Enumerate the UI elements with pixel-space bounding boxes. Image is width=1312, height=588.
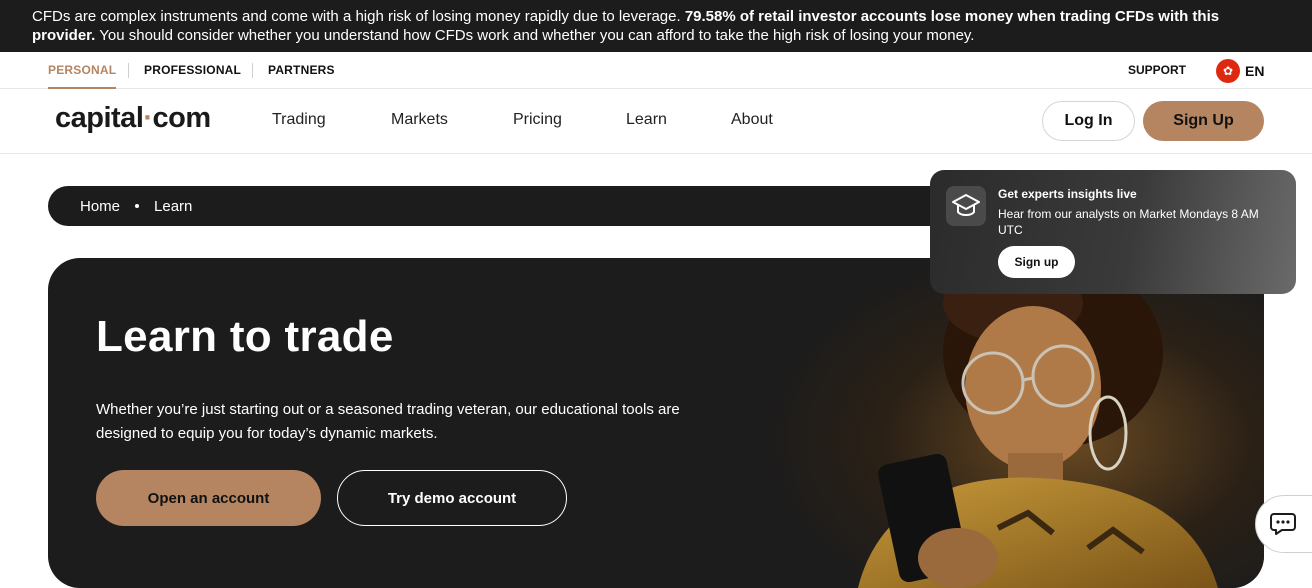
nav-trading[interactable]: Trading	[272, 111, 326, 129]
experts-insights-popup: Get experts insights live Hear from our …	[930, 170, 1296, 294]
signup-button[interactable]: Sign Up	[1143, 101, 1264, 141]
segment-divider	[128, 63, 129, 78]
capital-com-logo[interactable]: capital·com	[55, 102, 211, 135]
chat-widget-button[interactable]	[1255, 495, 1312, 553]
segment-bar: PERSONAL PROFESSIONAL PARTNERS SUPPORT ✿…	[0, 52, 1312, 89]
segment-personal[interactable]: PERSONAL	[48, 52, 117, 89]
hero-description: Whether you’re just starting out or a se…	[96, 401, 680, 442]
breadcrumb-learn: Learn	[154, 197, 193, 215]
hero-section: Learn to trade Whether you’re just start…	[48, 258, 1264, 588]
support-link[interactable]: SUPPORT	[1128, 52, 1186, 89]
popup-title: Get experts insights live	[998, 187, 1137, 201]
open-account-button[interactable]: Open an account	[96, 470, 321, 526]
popup-text: Hear from our analysts on Market Mondays…	[998, 207, 1259, 237]
hero-woman-with-phone-image	[748, 258, 1264, 588]
risk-warning-banner: CFDs are complex instruments and come wi…	[0, 0, 1312, 52]
main-header: capital·com Trading Markets Pricing Lear…	[0, 89, 1312, 154]
breadcrumb-home[interactable]: Home	[80, 198, 120, 215]
nav-learn[interactable]: Learn	[626, 111, 667, 129]
language-label: EN	[1245, 63, 1265, 79]
segment-professional[interactable]: PROFESSIONAL	[144, 52, 241, 89]
nav-about[interactable]: About	[731, 111, 773, 129]
language-selector[interactable]: ✿ EN	[1216, 59, 1264, 83]
risk-warning-text: CFDs are complex instruments and come wi…	[32, 8, 685, 25]
segment-divider	[252, 63, 253, 78]
breadcrumb-separator	[135, 204, 140, 208]
nav-markets[interactable]: Markets	[391, 111, 448, 129]
popup-signup-button[interactable]: Sign up	[998, 246, 1075, 278]
hero-title: Learn to trade	[96, 312, 394, 361]
nav-pricing[interactable]: Pricing	[513, 111, 562, 129]
risk-warning-text-end: You should consider whether you understa…	[95, 27, 975, 44]
hong-kong-flag-icon: ✿	[1216, 59, 1240, 83]
try-demo-account-button[interactable]: Try demo account	[337, 470, 567, 526]
segment-partners[interactable]: PARTNERS	[268, 52, 335, 89]
graduation-cap-icon	[946, 186, 986, 226]
chat-bubble-icon	[1270, 513, 1296, 535]
login-button[interactable]: Log In	[1042, 101, 1135, 141]
